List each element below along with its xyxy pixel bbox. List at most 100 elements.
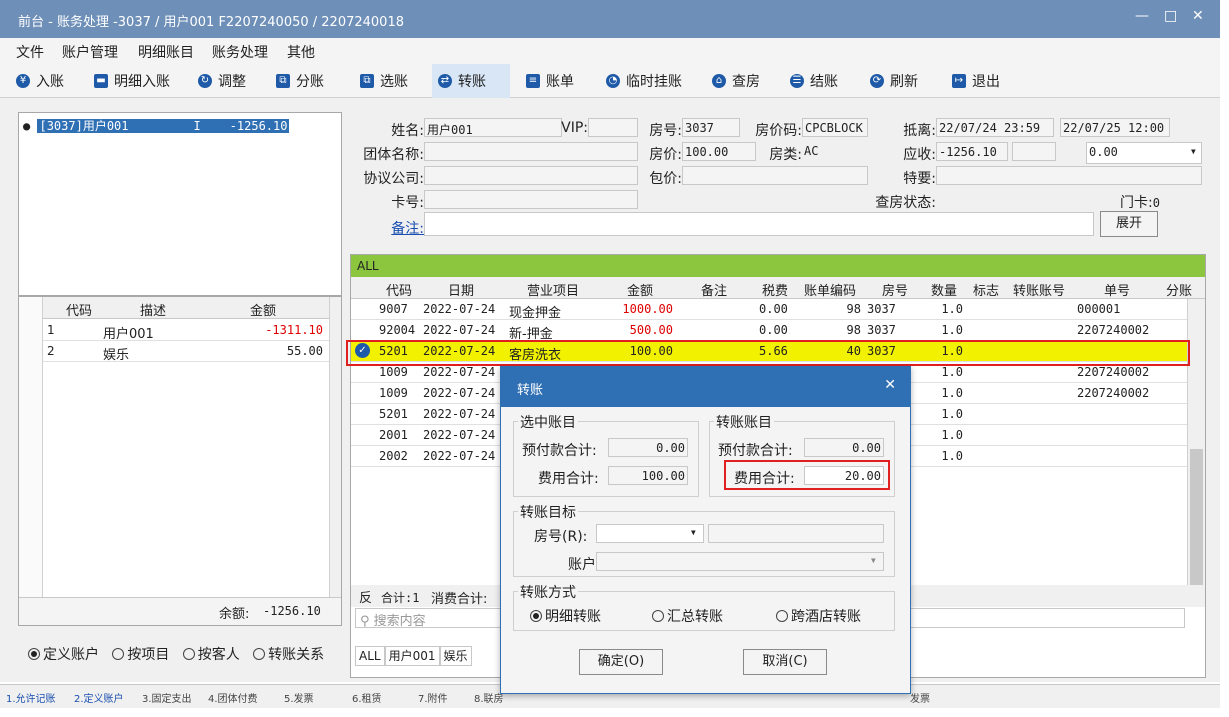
- post-button[interactable]: ¥ 入账: [10, 64, 70, 98]
- status-tab-invoice[interactable]: 5.发票: [284, 690, 314, 705]
- grid-header: 代码 日期 营业项目 金额 备注 税费 账单编码 房号 数量 标志 转账账号 单…: [351, 277, 1205, 299]
- rate-code-field[interactable]: CPCBLOCK: [802, 118, 868, 137]
- dialog-close-icon[interactable]: ✕: [884, 377, 896, 393]
- split-icon: ⧉: [276, 74, 290, 88]
- tab-all[interactable]: ALL: [355, 646, 385, 666]
- menu-file[interactable]: 文件: [16, 42, 44, 62]
- bill-icon: ≡: [526, 74, 540, 88]
- status-tab-attach[interactable]: 7.附件: [418, 690, 448, 705]
- select-button[interactable]: ⧉ 选账: [354, 64, 414, 98]
- depart-field[interactable]: 22/07/25 12:00: [1060, 118, 1170, 137]
- menu-bar: 文件 账户管理 明细账目 账务处理 其他: [0, 38, 1220, 64]
- close-icon[interactable]: ✕: [1192, 8, 1204, 24]
- account-row[interactable]: 2 娱乐 55.00: [19, 341, 329, 363]
- target-room-name: [708, 524, 884, 543]
- clock-icon: ◔: [606, 74, 620, 88]
- detail-post-button[interactable]: ▬ 明细入账: [88, 64, 176, 98]
- cell-no: 2207240002: [1077, 386, 1150, 400]
- minimize-icon[interactable]: —: [1135, 8, 1149, 24]
- cell-qty: 1.0: [941, 449, 963, 463]
- tab-entertainment[interactable]: 娱乐: [439, 646, 472, 666]
- toolbar: ¥ 入账 ▬ 明细入账 ↻ 调整 ⧉ 分账 ⧉ 选账 ⇄ 转账 ≡ 账单 ◔ 临时挂账 ⌂ 查房 …: [0, 64, 1220, 98]
- status-tab-define[interactable]: 2.定义账户: [74, 690, 124, 705]
- cell-room: 3037: [867, 323, 896, 337]
- target-room-select[interactable]: ▾: [596, 524, 704, 543]
- special-field[interactable]: [936, 166, 1202, 185]
- method-summary-radio[interactable]: 汇总转账: [652, 606, 723, 626]
- status-tab-group[interactable]: 4.团体付费: [208, 690, 258, 705]
- card-icon: ▬: [94, 74, 108, 88]
- method-detail-radio[interactable]: 明细转账: [530, 606, 601, 626]
- transaction-row[interactable]: 92004 2022-07-24 新-押金 500.00 0.00 98 3037 1.0 22…: [351, 320, 1187, 342]
- house-icon: ⌂: [712, 74, 726, 88]
- menu-accounting[interactable]: 账务处理: [212, 42, 268, 62]
- ok-button[interactable]: 确定(O): [579, 649, 663, 675]
- card-field[interactable]: [424, 190, 638, 209]
- arrive-field[interactable]: 22/07/24 23:59: [936, 118, 1054, 137]
- cancel-button[interactable]: 取消(C): [743, 649, 827, 675]
- exit-button[interactable]: ↦ 退出: [946, 64, 1006, 98]
- tree-item[interactable]: ● [3037]用户001 I -1256.10: [23, 117, 290, 134]
- menu-detail-items[interactable]: 明细账目: [138, 42, 194, 62]
- cell-code: 2001: [379, 428, 408, 442]
- transfer-button[interactable]: ⇄ 转账: [432, 64, 510, 98]
- rate-field[interactable]: 100.00: [682, 142, 756, 161]
- accounts-header: 代码 描述 金额: [19, 297, 329, 319]
- room-field[interactable]: 3037: [682, 118, 740, 137]
- method-cross-hotel-radio[interactable]: 跨酒店转账: [776, 606, 861, 626]
- cell-date: 2022-07-24: [423, 323, 496, 337]
- bill-button[interactable]: ≡ 账单: [520, 64, 580, 98]
- view-option-guest[interactable]: 按客人: [182, 647, 240, 663]
- group-field[interactable]: [424, 142, 638, 161]
- selected-fee-field: 100.00: [608, 466, 688, 485]
- maximize-icon[interactable]: □: [1164, 8, 1177, 24]
- expand-button[interactable]: 展开: [1100, 211, 1158, 237]
- window-title: 前台 - 账务处理 -3037 / 用户001 F2207240050 / 22…: [18, 15, 404, 30]
- view-option-transfer[interactable]: 转账关系: [253, 647, 324, 663]
- checkout-button[interactable]: ☰ 结账: [784, 64, 844, 98]
- temp-hold-button[interactable]: ◔ 临时挂账: [600, 64, 688, 98]
- select-icon: ⧉: [360, 74, 374, 88]
- account-row[interactable]: 1 用户001 -1311.10: [19, 320, 329, 342]
- split-button[interactable]: ⧉ 分账: [270, 64, 330, 98]
- receivable-field[interactable]: -1256.10: [936, 142, 1008, 161]
- check-room-button[interactable]: ⌂ 查房: [706, 64, 766, 98]
- scrollbar-thumb[interactable]: [1190, 449, 1203, 597]
- cell-qty: 1.0: [941, 407, 963, 421]
- package-field[interactable]: [682, 166, 868, 185]
- menu-other[interactable]: 其他: [287, 42, 315, 62]
- cell-qty: 1.0: [941, 323, 963, 337]
- cell-date: 2022-07-24: [423, 428, 496, 442]
- amount-dropdown[interactable]: 0.00 ▾: [1086, 142, 1202, 164]
- status-tab-allow[interactable]: 1.允许记账: [6, 690, 56, 705]
- transaction-row[interactable]: 9007 2022-07-24 现金押金 1000.00 0.00 98 3037 1.0 00…: [351, 299, 1187, 321]
- status-tab-fixed[interactable]: 3.固定支出: [142, 690, 192, 705]
- company-field[interactable]: [424, 166, 638, 185]
- menu-account-management[interactable]: 账户管理: [62, 42, 118, 62]
- status-tab-rent[interactable]: 6.租赁: [352, 690, 382, 705]
- adjust-button[interactable]: ↻ 调整: [192, 64, 252, 98]
- transfer-dialog: 转账 ✕ 选中账目 预付款合计: 0.00 费用合计: 100.00 转账账目 …: [500, 366, 911, 694]
- cell-qty: 1.0: [941, 302, 963, 316]
- search-icon: ⚲: [360, 614, 374, 629]
- selected-prepay-field: 0.00: [608, 438, 688, 457]
- view-option-item[interactable]: 按项目: [112, 647, 169, 663]
- name-field[interactable]: 用户001: [424, 118, 562, 137]
- accounts-table: 代码 描述 金额 1 用户001 -1311.10 2 娱乐 55.00 余额:…: [18, 296, 342, 626]
- remark-link[interactable]: 备注:: [360, 218, 424, 238]
- cell-code: 5201: [379, 407, 408, 421]
- adjust-icon: ↻: [198, 74, 212, 88]
- status-tab-receipt[interactable]: 发票: [910, 690, 930, 705]
- target-account-select[interactable]: ▾: [596, 552, 884, 571]
- guest-info: 姓名: 用户001 VIP: 房号: 3037 房价码: CPCBLOCK 抵离…: [350, 112, 1206, 250]
- view-option-define[interactable]: 定义账户: [28, 647, 99, 663]
- vip-field[interactable]: [588, 118, 638, 137]
- cell-bill: 98: [846, 323, 861, 337]
- cell-code: 1009: [379, 365, 408, 379]
- cell-item: 现金押金: [509, 306, 562, 321]
- remark-field[interactable]: [424, 212, 1094, 236]
- accounts-scrollbar[interactable]: [329, 297, 341, 597]
- tab-user001[interactable]: 用户001: [384, 646, 440, 666]
- cell-amount: 500.00: [629, 323, 673, 337]
- refresh-button[interactable]: ⟳ 刷新: [864, 64, 924, 98]
